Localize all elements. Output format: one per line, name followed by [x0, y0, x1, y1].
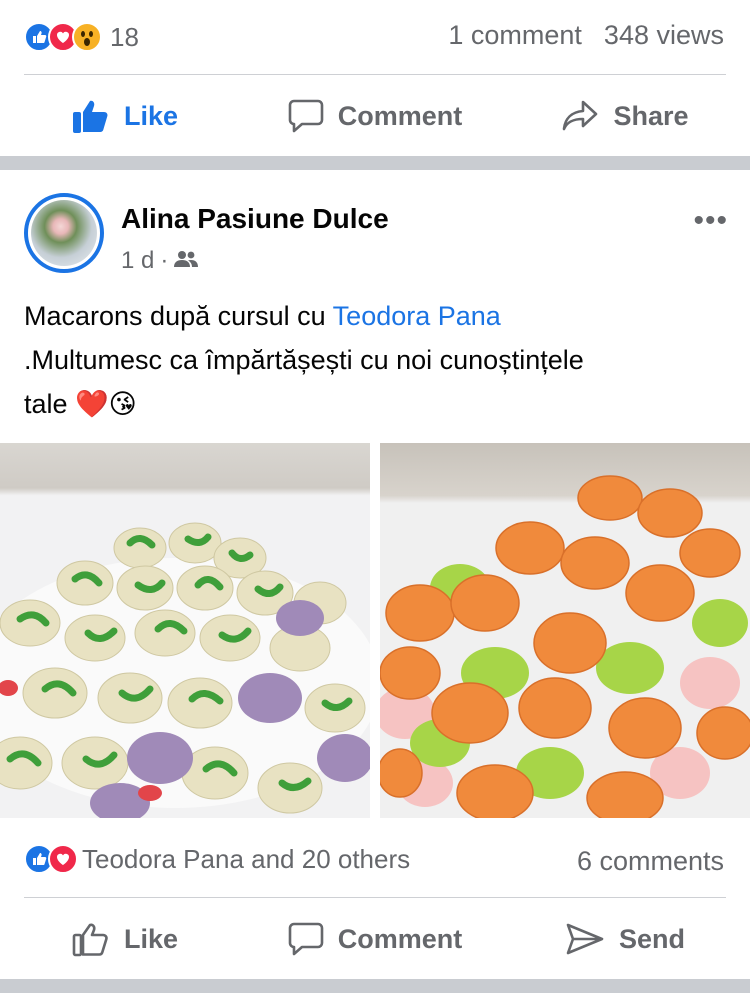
friends-icon: [174, 247, 199, 275]
reactions-summary: Teodora Pana and 20 others: [82, 843, 411, 874]
like-button[interactable]: Like: [0, 76, 250, 156]
meta-dot: ·: [160, 247, 169, 274]
comment-label: Comment: [337, 100, 463, 131]
send-label: Send: [618, 923, 685, 954]
photo-orange-green-macarons[interactable]: [380, 443, 750, 818]
wow-reaction-icon: [72, 22, 102, 52]
divider: [24, 897, 726, 898]
top-reactions[interactable]: 18: [24, 20, 139, 54]
author-name[interactable]: Alina Pasiune Dulce: [121, 203, 389, 235]
view-count: 348 views: [603, 20, 724, 50]
share-label: Share: [613, 100, 689, 131]
divider: [24, 74, 726, 75]
post-separator: [0, 156, 750, 170]
thumb-up-icon: [72, 98, 110, 134]
bottom-reactions[interactable]: Teodora Pana and 20 others: [24, 842, 410, 876]
post-separator: [0, 979, 750, 993]
share-arrow-icon: [561, 99, 599, 133]
comment-button[interactable]: Comment: [250, 899, 500, 979]
comment-count-link[interactable]: 1 comment: [448, 20, 582, 51]
photo-green-purple-macarons[interactable]: [0, 443, 370, 818]
emoji-text: ❤️😘: [75, 389, 137, 419]
send-button[interactable]: Send: [500, 899, 750, 979]
thumb-up-icon: [72, 921, 110, 957]
comment-bubble-icon: [288, 921, 324, 957]
like-label: Like: [123, 923, 179, 954]
post-text-part1: Macarons după cursul cu: [24, 301, 333, 331]
top-action-bar: Like Comment Share: [0, 76, 750, 156]
top-post-stats: 1 comment 348 views: [448, 20, 724, 51]
post-meta: 1 d ·: [121, 247, 199, 275]
comment-bubble-icon: [288, 98, 324, 134]
like-button[interactable]: Like: [0, 899, 250, 979]
macarons-photo-right: [380, 475, 750, 818]
comment-label: Comment: [337, 923, 463, 954]
like-label: Like: [123, 100, 179, 131]
love-reaction-icon: [48, 844, 78, 874]
reaction-count: 18: [110, 21, 139, 52]
post-time[interactable]: 1 d: [121, 247, 154, 275]
bottom-action-bar: Like Comment Send: [0, 899, 750, 979]
avatar[interactable]: [24, 193, 104, 273]
more-options-button[interactable]: •••: [693, 204, 728, 238]
share-button[interactable]: Share: [500, 76, 750, 156]
comment-button[interactable]: Comment: [250, 76, 500, 156]
avatar-image: [31, 200, 97, 266]
comments-count-link[interactable]: 6 comments: [577, 846, 724, 877]
mention-link[interactable]: Teodora Pana: [333, 301, 501, 331]
send-icon: [565, 922, 605, 956]
post-text: Macarons după cursul cu Teodora Pana .Mu…: [24, 294, 584, 426]
macarons-photo-left: [0, 522, 370, 818]
